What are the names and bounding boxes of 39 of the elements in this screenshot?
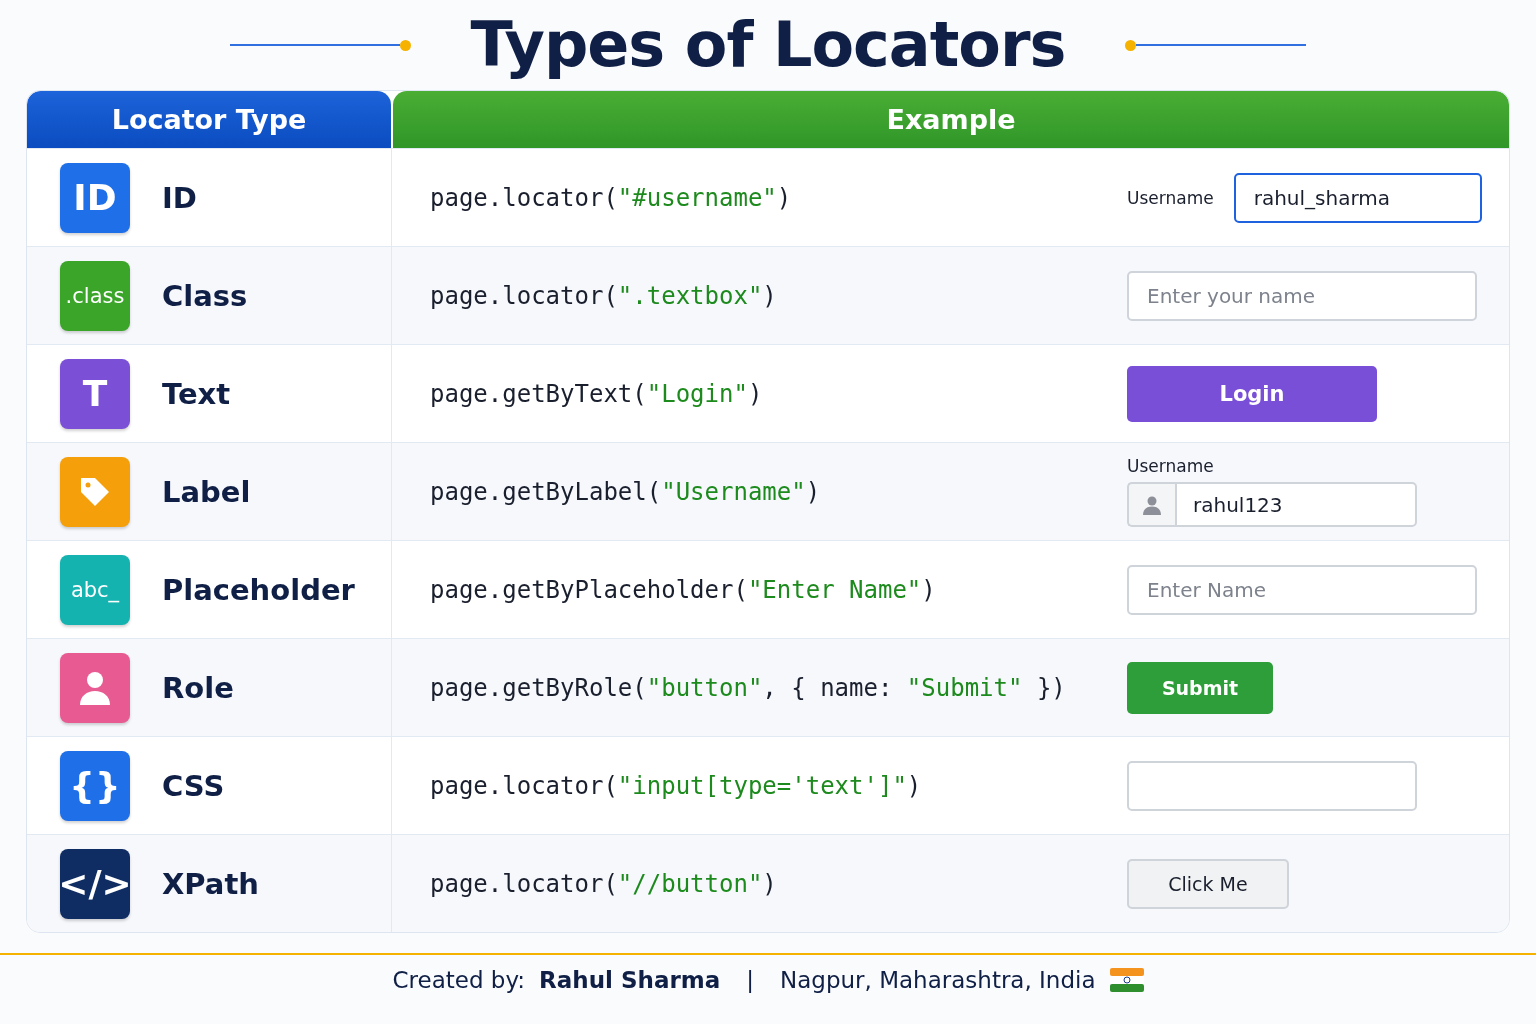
input-field[interactable] (1127, 760, 1417, 811)
locator-name: Role (162, 670, 234, 705)
code-snippet: page.locator("//button") (430, 869, 777, 898)
code-snippet: page.getByPlaceholder("Enter Name") (430, 575, 936, 604)
user-icon (1142, 494, 1162, 515)
credit-label: Created by: (392, 967, 526, 993)
separator: | (746, 967, 754, 993)
locator-name: Placeholder (162, 572, 355, 607)
locator-name: Label (162, 474, 251, 509)
input-field[interactable]: Enter your name (1127, 270, 1477, 321)
column-header: Example (393, 91, 1509, 148)
locator-name: Text (162, 376, 231, 411)
locator-name: Class (162, 278, 248, 313)
locator-name: CSS (162, 768, 225, 803)
code-snippet: page.locator("#username") (430, 183, 792, 212)
click-button[interactable]: Click Me (1127, 858, 1289, 909)
type-icon: {} (60, 750, 130, 821)
location-text: Nagpur, Maharashtra, India (780, 967, 1096, 993)
type-icon: .class (60, 260, 130, 331)
type-icon: </> (60, 848, 130, 919)
locator-name: ID (162, 180, 197, 215)
code-snippet: page.locator("input[type='text']") (430, 771, 922, 800)
code-snippet: page.getByRole("button", { name: "Submit" }) (430, 673, 1066, 702)
type-icon: abc_ (60, 554, 130, 625)
code-snippet: page.getByLabel("Username") (430, 477, 821, 506)
input-field[interactable]: rahul_sharma (1233, 172, 1482, 223)
code-snippet: page.locator(".textbox") (430, 281, 777, 310)
code-snippet: page.getByText("Login") (430, 379, 763, 408)
locator-name: XPath (162, 866, 259, 901)
author-name: Rahul Sharma (539, 967, 721, 993)
type-icon: T (60, 358, 130, 429)
flag-icon (1109, 968, 1144, 992)
input-field[interactable]: rahul123 (1175, 482, 1417, 527)
field-label: Username (1127, 456, 1215, 476)
input-field[interactable]: Enter Name (1127, 564, 1477, 615)
login-button[interactable]: Login (1127, 365, 1377, 422)
type-icon: ID (60, 162, 130, 233)
field-label: Username (1127, 187, 1214, 208)
column-header: Locator Type (27, 91, 391, 148)
